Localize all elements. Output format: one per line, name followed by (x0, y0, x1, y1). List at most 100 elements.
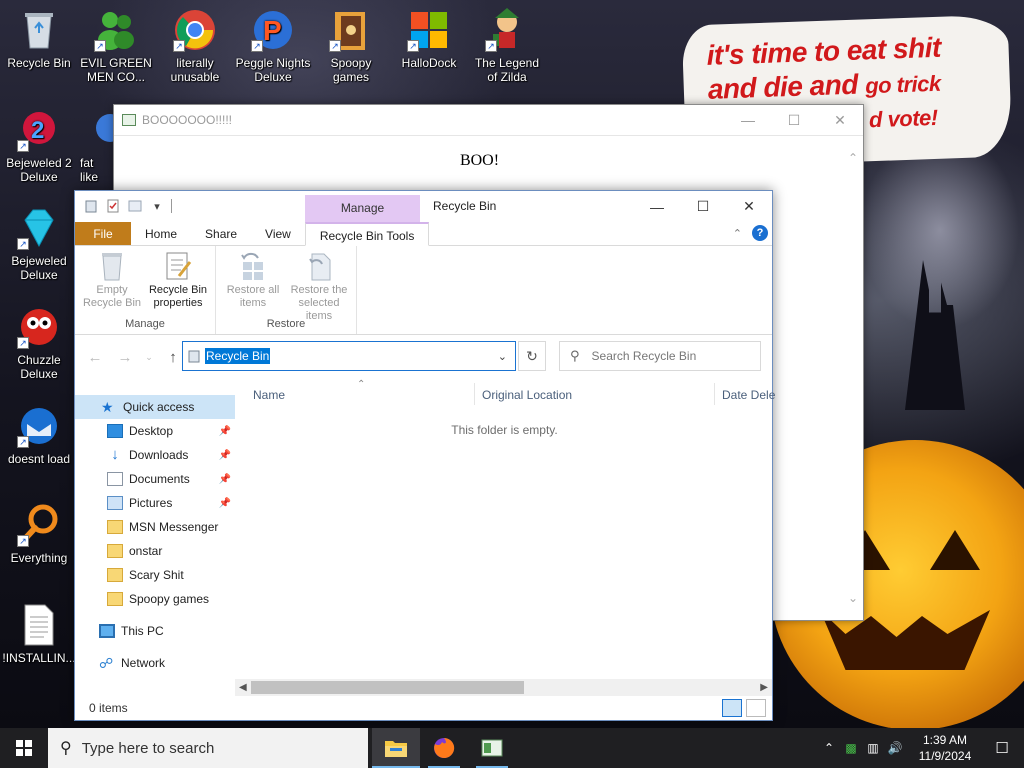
pin-icon: 📌 (218, 449, 231, 461)
nav-quick-access[interactable]: ★ Quick access (75, 395, 235, 419)
desktop-icon-peggle[interactable]: P ↗ Peggle Nights Deluxe (235, 8, 311, 84)
boo-window-title: BOOOOOOO!!!!! (142, 113, 233, 127)
nav-item-desktop[interactable]: Desktop 📌 (75, 419, 235, 443)
address-bar[interactable]: Recycle Bin ⌄ (182, 341, 516, 371)
close-button[interactable]: ✕ (817, 105, 863, 136)
taskbar-boo-app[interactable] (468, 728, 516, 768)
ribbon-tab-bar: File Home Share View Recycle Bin Tools ⌃… (75, 222, 772, 246)
nav-item-documents[interactable]: Documents 📌 (75, 467, 235, 491)
close-button[interactable]: ✕ (726, 191, 772, 222)
explorer-window[interactable]: ▾ Manage Recycle Bin — ☐ ✕ File Home Sha… (74, 190, 775, 721)
new-folder-qa-icon[interactable] (127, 198, 143, 214)
system-clock[interactable]: 1:39 AM 11/9/2024 (910, 732, 980, 764)
column-divider[interactable] (474, 383, 475, 405)
nav-item-pictures[interactable]: Pictures 📌 (75, 491, 235, 515)
volume-icon[interactable]: 🔊 (884, 741, 906, 755)
column-divider[interactable] (714, 383, 715, 405)
scrollbar-thumb[interactable] (251, 681, 524, 694)
tab-file[interactable]: File (75, 222, 131, 245)
ribbon-group-label: Restore (266, 318, 306, 330)
quick-access-toolbar: ▾ (83, 198, 172, 214)
desktop-icon-bejeweled[interactable]: ↗ Bejeweled Deluxe (1, 206, 77, 282)
tab-recycle-bin-tools[interactable]: Recycle Bin Tools (304, 222, 430, 246)
desktop-icon-fat-like[interactable]: fat like (78, 108, 114, 184)
scroll-left-icon[interactable]: ◀ (239, 679, 247, 696)
start-button[interactable] (0, 728, 48, 768)
desktop-icon-installing[interactable]: !INSTALLIN... (1, 603, 77, 665)
nav-item-scary-shit[interactable]: Scary Shit (75, 563, 235, 587)
tray-app-icon[interactable]: ▩ (840, 741, 862, 755)
restore-selected-icon (304, 250, 334, 282)
tab-share[interactable]: Share (191, 222, 251, 245)
scroll-right-icon[interactable]: ▶ (760, 679, 768, 696)
nav-item-downloads[interactable]: ↓ Downloads 📌 (75, 443, 235, 467)
taskbar-search-placeholder: Type here to search (81, 739, 215, 757)
restore-selected-items-button[interactable]: Restore the selected items (288, 250, 350, 322)
nav-item-onstar[interactable]: onstar (75, 539, 235, 563)
properties-qa-icon[interactable] (105, 198, 121, 214)
recycle-bin-properties-button[interactable]: Recycle Bin properties (147, 250, 209, 316)
desktop-icon-label: !INSTALLIN... (2, 651, 76, 665)
vertical-scrollbar[interactable]: ⌃ ⌄ (845, 137, 863, 621)
fat-like-icon (88, 108, 114, 152)
tab-home[interactable]: Home (131, 222, 191, 245)
empty-folder-message: This folder is empty. (451, 423, 558, 437)
maximize-button[interactable]: ☐ (680, 191, 726, 222)
shortcut-arrow-icon: ↗ (485, 40, 497, 52)
column-header-name[interactable]: Name (253, 388, 285, 402)
scroll-up-icon[interactable]: ⌃ (848, 151, 858, 165)
nav-item-spoopy-games[interactable]: Spoopy games (75, 587, 235, 611)
back-arrow-icon[interactable]: ← (83, 349, 107, 366)
forward-arrow-icon[interactable]: → (113, 349, 137, 366)
details-view-button[interactable] (722, 699, 742, 717)
network-icon[interactable]: ▥ (862, 741, 884, 755)
minimize-button[interactable]: — (634, 191, 680, 222)
minimize-button[interactable]: — (725, 105, 771, 136)
customize-qa-dropdown-icon[interactable]: ▾ (149, 198, 165, 214)
desktop-icon-literally-unusable[interactable]: ↗ literally unusable (157, 8, 233, 84)
desktop-icon-legend-of-zilda[interactable]: ↗ The Legend of Zilda (469, 8, 545, 84)
document-icon (107, 472, 123, 486)
shortcut-arrow-icon: ↗ (17, 436, 29, 448)
explorer-titlebar[interactable]: ▾ Manage Recycle Bin — ☐ ✕ (75, 191, 772, 222)
address-dropdown-icon[interactable]: ⌄ (498, 350, 507, 363)
column-header-original-location[interactable]: Original Location (482, 388, 572, 402)
horizontal-scrollbar[interactable]: ◀ ▶ (235, 679, 772, 696)
taskbar-file-explorer[interactable] (372, 728, 420, 768)
sort-ascending-icon: ⌃ (357, 379, 366, 390)
desktop-icon-bejeweled-2[interactable]: 2 ↗ Bejeweled 2 Deluxe (1, 108, 77, 184)
maximize-button[interactable]: ☐ (771, 105, 817, 136)
windows-flag-icon: ↗ (407, 8, 451, 52)
empty-recycle-bin-button[interactable]: Empty Recycle Bin (81, 250, 143, 316)
refresh-button[interactable]: ↻ (518, 341, 546, 371)
show-hidden-icons-chevron-icon[interactable]: ⌃ (818, 741, 840, 755)
app-window-icon (481, 739, 503, 757)
nav-item-msn-messenger[interactable]: MSN Messenger (75, 515, 235, 539)
column-header-date-deleted[interactable]: Date Dele (722, 388, 775, 402)
desktop-icon-evil-green-men[interactable]: ↗ EVIL GREEN MEN CO... (78, 8, 154, 84)
search-box[interactable]: ⚲ Search Recycle Bin (559, 341, 761, 371)
tab-view[interactable]: View (251, 222, 305, 245)
taskbar-firefox[interactable] (420, 728, 468, 768)
search-icon: ⚲ (60, 740, 72, 757)
nav-network[interactable]: ☍ Network (75, 651, 235, 675)
taskbar-search-box[interactable]: ⚲ Type here to search (48, 728, 368, 768)
desktop-icon-recycle-bin[interactable]: Recycle Bin (1, 8, 77, 70)
desktop-icon-everything[interactable]: ↗ Everything (1, 503, 77, 565)
nav-this-pc[interactable]: This PC (75, 619, 235, 643)
help-icon[interactable]: ? (752, 225, 768, 241)
address-text[interactable]: Recycle Bin (205, 348, 271, 364)
desktop-icon-hallodock[interactable]: ↗ HalloDock (391, 8, 467, 70)
pin-icon: 📌 (218, 473, 231, 485)
scroll-down-icon[interactable]: ⌄ (848, 591, 858, 605)
large-icons-view-button[interactable] (746, 699, 766, 717)
restore-all-items-button[interactable]: Restore all items (222, 250, 284, 316)
collapse-ribbon-icon[interactable]: ⌃ (733, 227, 742, 240)
network-icon: ☍ (99, 655, 114, 671)
desktop-icon-chuzzle[interactable]: ↗ Chuzzle Deluxe (1, 305, 77, 381)
boo-titlebar[interactable]: BOOOOOOO!!!!! — ☐ ✕ (114, 105, 863, 136)
recent-locations-dropdown-icon[interactable]: ⌄ (143, 352, 155, 363)
notifications-icon[interactable]: ☐ (980, 739, 1024, 757)
desktop-icon-doesnt-load[interactable]: ↗ doesnt load (1, 404, 77, 466)
desktop-icon-spoopy-games[interactable]: ↗ Spoopy games (313, 8, 389, 84)
